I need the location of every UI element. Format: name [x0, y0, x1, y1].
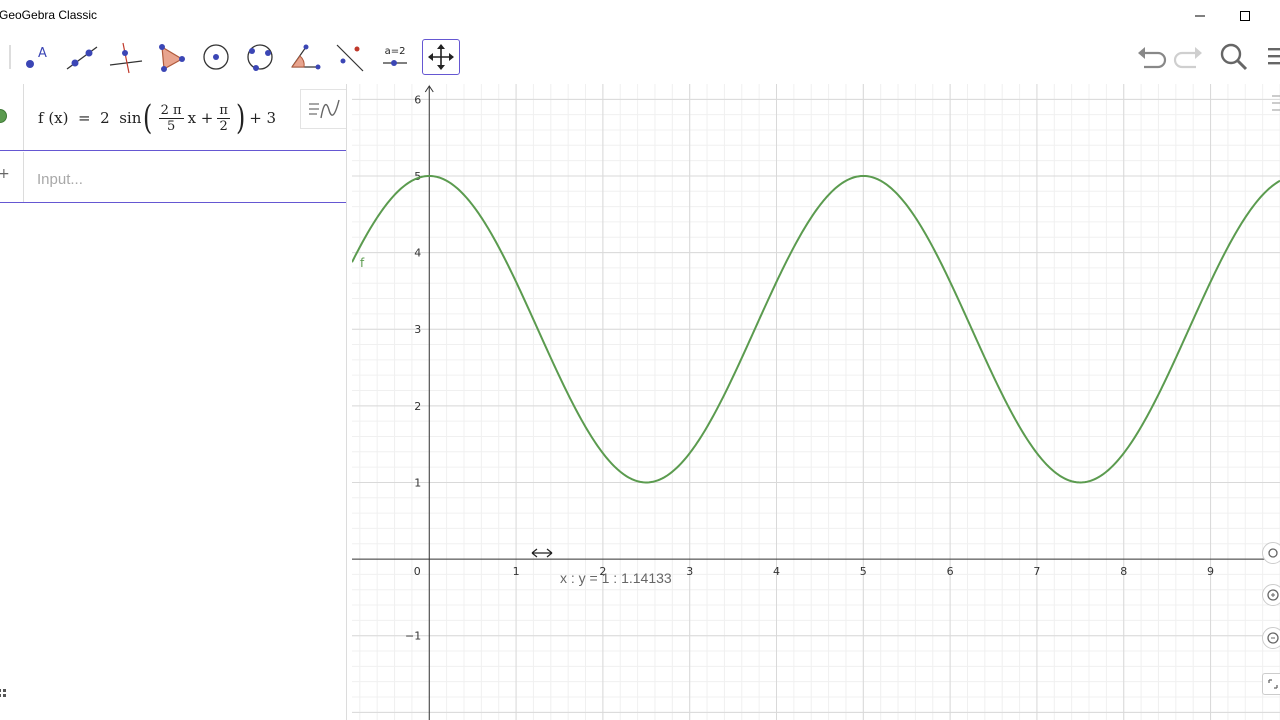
y-tick-label: 6	[414, 93, 421, 106]
move-graphics-view-tool-button[interactable]	[422, 39, 460, 75]
undo-button[interactable]	[1132, 39, 1170, 75]
x-tick-label: 0	[414, 565, 421, 578]
title-bar: GeoGebra Classic	[0, 0, 1280, 32]
margin-divider	[23, 152, 24, 202]
style-bar-icon	[309, 99, 340, 119]
slider-tool-label: a=2	[385, 46, 406, 57]
x-tick-label: 9	[1207, 565, 1214, 578]
x-tick-label: 6	[947, 565, 954, 578]
point-tool-label: A	[38, 46, 47, 61]
fullscreen-icon	[1268, 679, 1278, 689]
circle-center-tool-button[interactable]	[197, 39, 235, 75]
perpendicular-line-tool-button[interactable]	[107, 39, 145, 75]
algebra-item-f[interactable]: f (x) = 2 sin ( 2 π 5 x + π 2 ) + 3	[0, 84, 346, 151]
fraction-one-denominator: 5	[166, 118, 176, 134]
partial-tool-button[interactable]	[0, 39, 18, 75]
reflect-tool-button[interactable]	[331, 39, 369, 75]
input-plus-icon[interactable]: +	[0, 166, 10, 182]
partial-tool-icon	[9, 45, 11, 69]
point-icon: A	[26, 46, 47, 68]
main-menu-button[interactable]	[1262, 39, 1280, 75]
style-bar-toggle[interactable]	[300, 89, 346, 129]
angle-tool-button[interactable]	[286, 39, 324, 75]
fraction-one-numerator: 2 π	[158, 102, 184, 119]
algebra-input[interactable]	[35, 170, 339, 189]
y-tick-label: 4	[414, 247, 421, 260]
circle-three-points-tool-button[interactable]	[241, 39, 279, 75]
formula-suffix: + 3	[249, 109, 277, 127]
maximize-icon	[1240, 10, 1250, 21]
zoom-out-icon	[1267, 632, 1279, 644]
minor-grid	[352, 84, 1280, 720]
x-tick-label: 7	[1033, 565, 1040, 578]
graph-canvas[interactable]: 0 1 2 3 4 5 6 7 8 9−1123456 f	[352, 84, 1280, 720]
move-arrows-icon	[428, 44, 454, 70]
axes-ratio-text: x : y = 1 : 1.14133	[560, 570, 672, 586]
y-tick-label: 2	[414, 400, 421, 413]
slider-icon: a=2	[383, 46, 407, 66]
keyboard-icon[interactable]	[0, 687, 11, 701]
home-icon	[1268, 548, 1278, 558]
graphics-view[interactable]: 0 1 2 3 4 5 6 7 8 9 −1 1 2 3 4 5 6 f x : y = 1 : 1.14133	[352, 84, 1280, 720]
circle-center-icon	[203, 44, 229, 70]
y-tick-label: 1	[414, 476, 421, 489]
function-formula[interactable]: f (x) = 2 sin ( 2 π 5 x + π 2 ) + 3	[38, 98, 276, 138]
x-tick-label: 4	[773, 565, 780, 578]
x-tick-label: 5	[860, 565, 867, 578]
minimize-icon	[1195, 15, 1205, 16]
y-tick-label: −1	[405, 630, 421, 643]
graphics-style-bar-toggle-icon[interactable]	[1270, 92, 1280, 118]
zoom-in-button[interactable]	[1262, 584, 1280, 606]
formula-middle: x +	[187, 109, 214, 127]
circle-three-points-icon	[247, 44, 273, 71]
minimize-button[interactable]	[1177, 0, 1223, 31]
fraction-two-numerator: π	[217, 102, 230, 119]
angle-icon	[291, 44, 321, 70]
perpendicular-line-icon	[109, 42, 143, 74]
polygon-tool-button[interactable]	[152, 39, 190, 75]
redo-button[interactable]	[1170, 39, 1208, 75]
y-tick-label: 3	[414, 323, 421, 336]
x-tick-label: 1	[513, 565, 520, 578]
margin-divider	[23, 84, 24, 150]
x-tick-label: 3	[686, 565, 693, 578]
toolbar: A a=2	[0, 31, 1280, 84]
algebra-view: f (x) = 2 sin ( 2 π 5 x + π 2 ) + 3 + In…	[0, 84, 347, 720]
point-tool-button[interactable]: A	[18, 39, 56, 75]
fraction-two: π 2	[217, 103, 230, 134]
undo-icon	[1138, 47, 1167, 69]
open-paren: (	[143, 98, 153, 138]
fraction-one: 2 π 5	[158, 102, 184, 134]
zoom-out-button[interactable]	[1262, 627, 1280, 649]
formula-prefix: f (x) = 2 sin	[38, 109, 142, 127]
line-tool-button[interactable]	[63, 39, 101, 75]
reflect-icon	[336, 44, 364, 72]
polygon-icon	[159, 44, 185, 72]
resize-cursor-icon	[531, 548, 553, 558]
menu-icon	[1268, 48, 1280, 65]
window-title: GeoGebra Classic	[0, 8, 98, 22]
visibility-toggle-icon[interactable]	[0, 108, 8, 124]
fraction-two-denominator: 2	[219, 118, 228, 134]
line-icon	[66, 46, 98, 70]
search-button[interactable]	[1215, 39, 1253, 75]
zoom-in-icon	[1267, 589, 1279, 601]
search-icon	[1220, 43, 1248, 71]
close-paren: )	[235, 98, 246, 138]
fullscreen-button[interactable]	[1262, 673, 1280, 695]
x-tick-label: 8	[1120, 565, 1127, 578]
algebra-input-row[interactable]: +	[0, 152, 346, 203]
home-view-button[interactable]	[1262, 542, 1280, 564]
maximize-button[interactable]	[1222, 0, 1268, 31]
slider-tool-button[interactable]: a=2	[376, 39, 414, 75]
redo-icon	[1173, 47, 1202, 69]
